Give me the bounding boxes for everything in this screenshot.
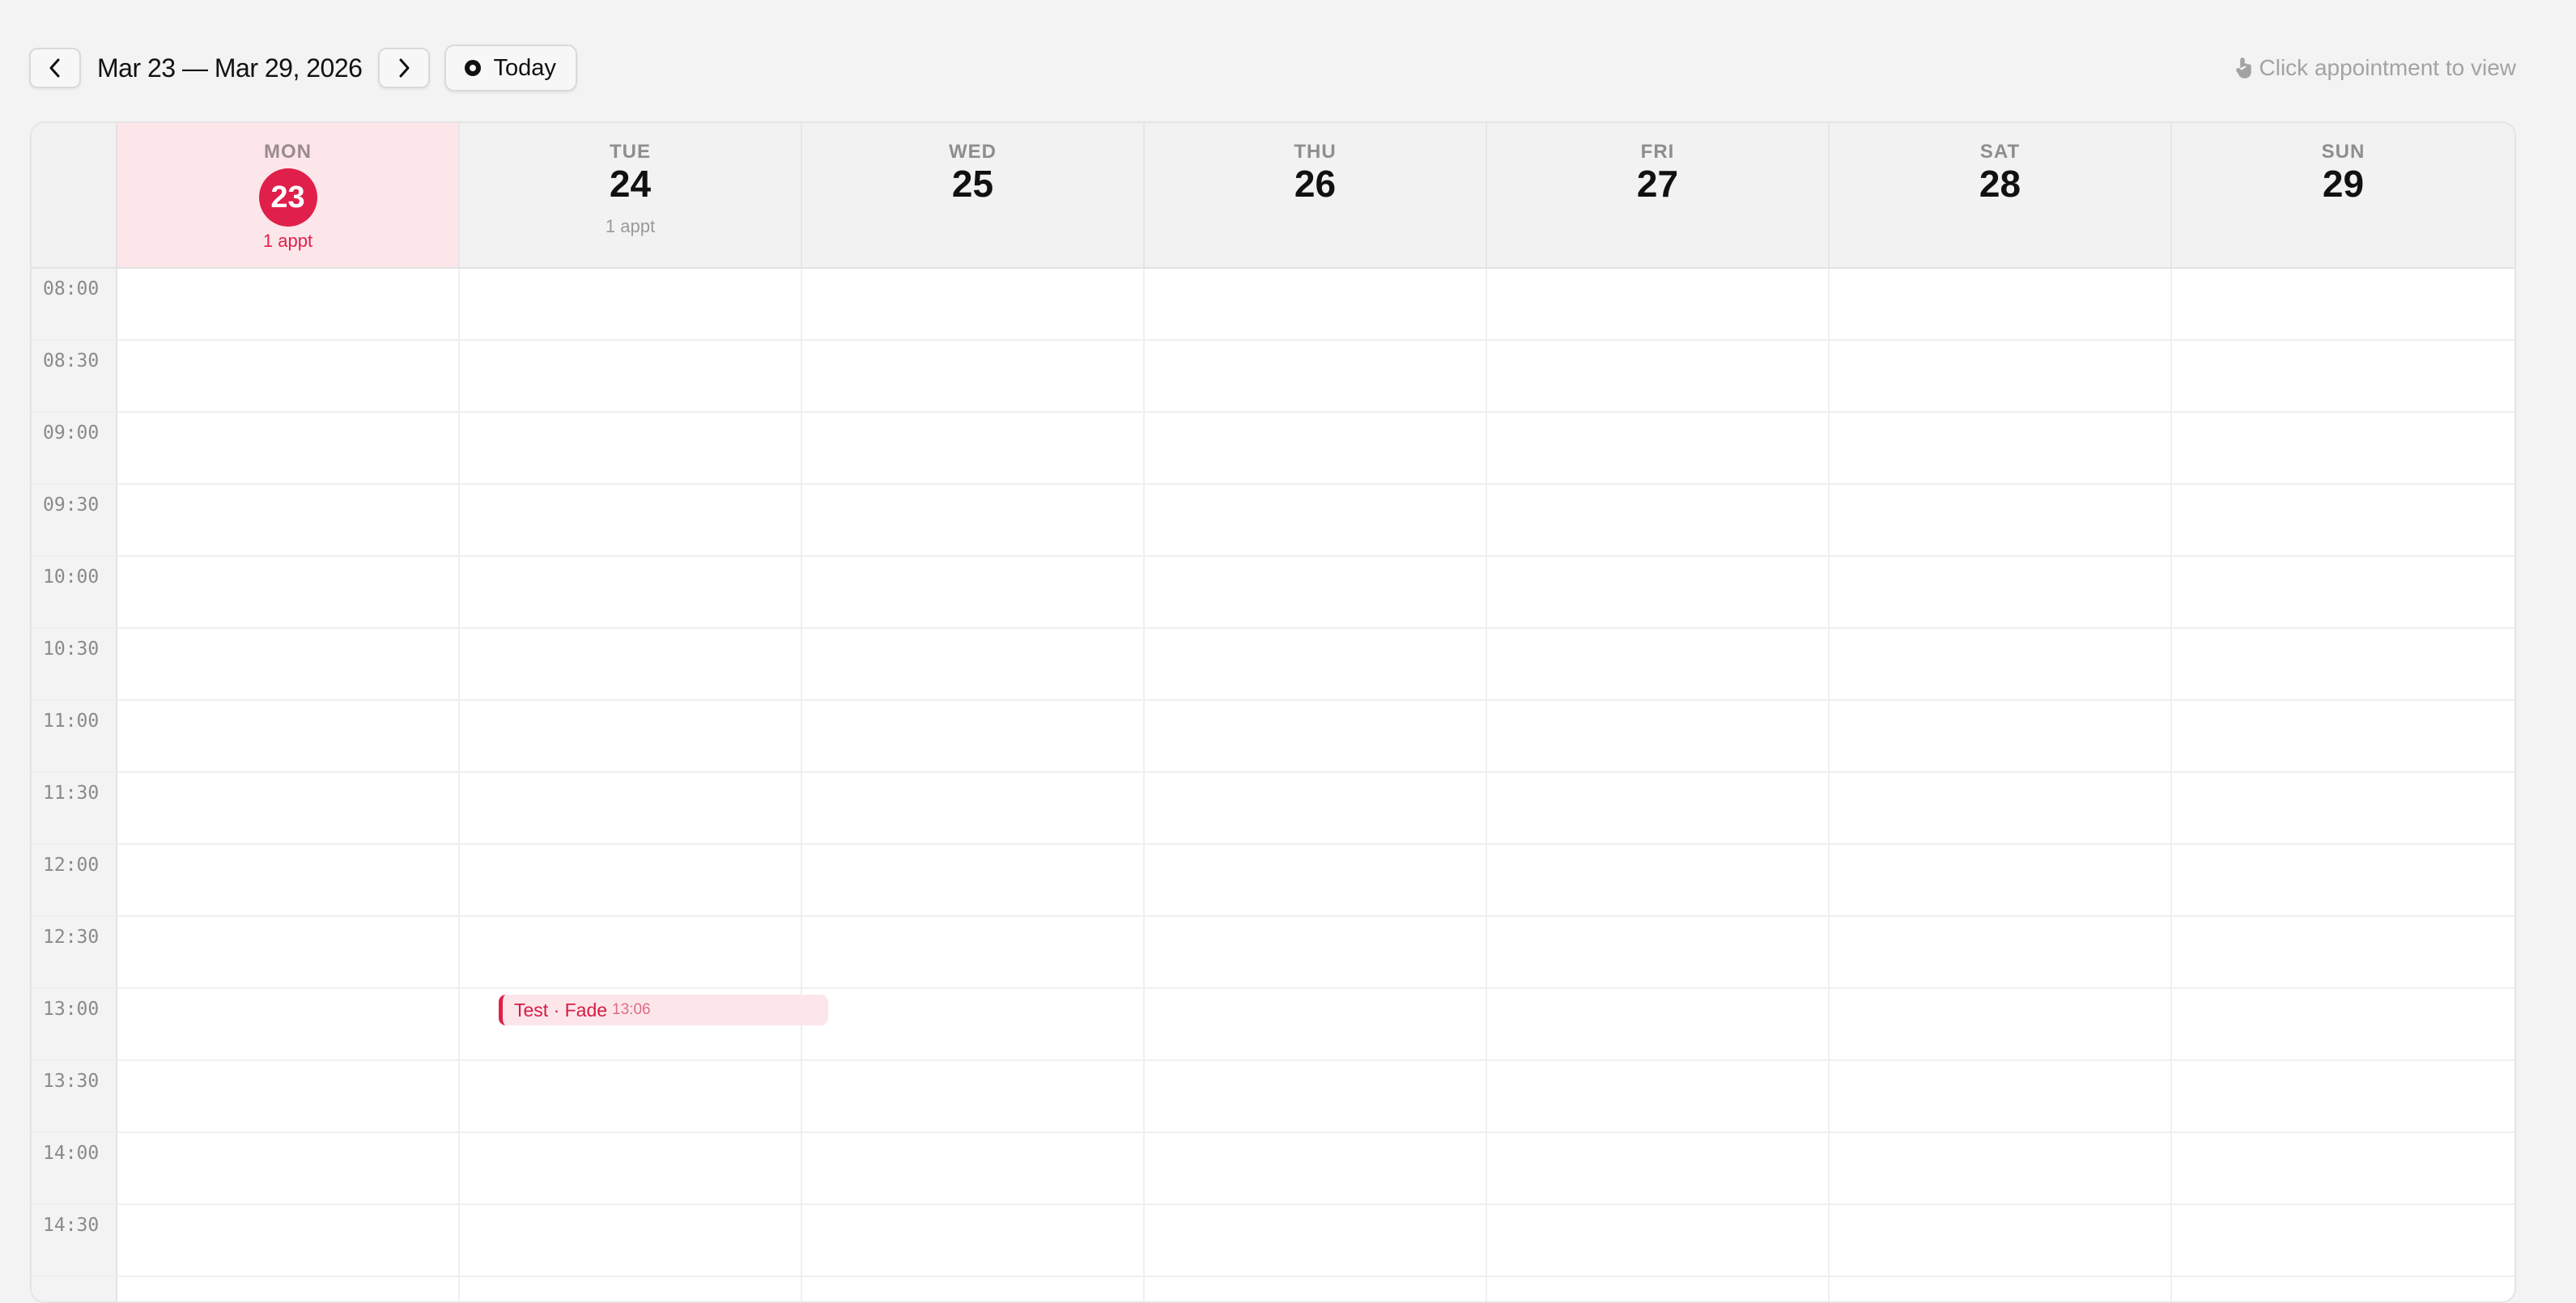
time-slot-row: 10:30 [32, 629, 2514, 701]
calendar-header: MON 23 1 appt TUE 24 1 appt WED 25 THU 2… [32, 123, 2514, 269]
time-slot-label: 14:00 [43, 1143, 100, 1164]
time-slot-row: 12:30 [32, 917, 2514, 989]
today-button-label: Today [493, 54, 556, 81]
day-name: SUN [2321, 141, 2366, 163]
day-header-fri[interactable]: FRI 27 [1487, 123, 1830, 267]
time-slot-label: 08:00 [43, 278, 100, 299]
day-name: FRI [1640, 141, 1675, 163]
day-number: 29 [2322, 163, 2365, 205]
time-slot-label: 09:30 [43, 494, 100, 516]
today-button[interactable]: Today [444, 45, 577, 91]
click-hint-text: Click appointment to view [2259, 55, 2516, 80]
day-number: 26 [1294, 163, 1337, 205]
time-slot-label: 12:00 [43, 855, 100, 876]
next-week-button[interactable] [378, 48, 431, 88]
day-header-wed[interactable]: WED 25 [802, 123, 1145, 267]
header-gutter [32, 123, 117, 267]
time-slot-row: 08:00 [32, 269, 2514, 341]
time-slot-label: 14:30 [43, 1215, 100, 1236]
day-number: 28 [1979, 163, 2021, 205]
week-calendar: MON 23 1 appt TUE 24 1 appt WED 25 THU 2… [30, 121, 2516, 1303]
day-name: TUE [610, 141, 651, 163]
calendar-grid: 08:00 08:30 09:00 09:30 10:00 10:30 11:0… [32, 269, 2514, 1301]
time-slot-row: 14:30 [32, 1205, 2514, 1277]
calendar-toolbar: Mar 23 — Mar 29, 2026 Today Click appoin… [29, 44, 2516, 92]
time-slot-label: 11:00 [43, 711, 100, 732]
time-slot-label: 10:00 [43, 567, 100, 588]
day-header-sun[interactable]: SUN 29 [2172, 123, 2514, 267]
time-slot-row: 13:30 [32, 1061, 2514, 1133]
previous-week-button[interactable] [29, 48, 81, 88]
day-name: THU [1294, 141, 1337, 163]
time-slot-row: 14:00 [32, 1133, 2514, 1205]
pointer-hand-icon [2235, 57, 2251, 79]
time-slot-row: 11:30 [32, 773, 2514, 845]
day-name: SAT [1979, 141, 2021, 163]
time-slot-label: 11:30 [43, 783, 100, 804]
time-slot-row: 13:00 [32, 989, 2514, 1061]
time-slot-row: 09:30 [32, 485, 2514, 557]
chevron-right-icon [399, 58, 410, 78]
day-header-thu[interactable]: THU 26 [1145, 123, 1487, 267]
day-header-mon[interactable]: MON 23 1 appt [117, 123, 460, 267]
time-slot-label: 09:00 [43, 422, 100, 444]
time-slot-row: 12:00 [32, 845, 2514, 917]
time-slot-row: 08:30 [32, 341, 2514, 413]
appointment-time: 13:06 [612, 1001, 651, 1018]
time-slot-label: 13:00 [43, 999, 100, 1020]
date-range-label: Mar 23 — Mar 29, 2026 [97, 53, 363, 83]
time-slot-label: 13:30 [43, 1071, 100, 1092]
time-slot-row: 11:00 [32, 701, 2514, 773]
day-number: 25 [951, 163, 994, 205]
time-slot-label: 12:30 [43, 927, 100, 948]
day-appointment-count: 1 appt [605, 216, 656, 236]
click-hint: Click appointment to view [2235, 55, 2516, 81]
day-header-sat[interactable]: SAT 28 [1830, 123, 2172, 267]
dot-circle-icon [465, 60, 482, 76]
day-number: 24 [609, 163, 652, 205]
day-name: WED [949, 141, 997, 163]
time-slot-row: 10:00 [32, 557, 2514, 629]
time-slot-label: 10:30 [43, 639, 100, 660]
time-slot-row: 09:00 [32, 413, 2514, 485]
appointment-title: Test · Fade [514, 999, 608, 1021]
time-slot-label: 08:30 [43, 350, 100, 371]
day-number: 27 [1636, 163, 1679, 205]
appointment-card[interactable]: Test · Fade 13:06 [499, 995, 828, 1025]
today-date-badge: 23 [258, 168, 317, 227]
day-header-tue[interactable]: TUE 24 1 appt [460, 123, 802, 267]
day-name: MON [264, 141, 312, 163]
day-appointment-count: 1 appt [262, 231, 313, 251]
chevron-left-icon [49, 58, 60, 78]
